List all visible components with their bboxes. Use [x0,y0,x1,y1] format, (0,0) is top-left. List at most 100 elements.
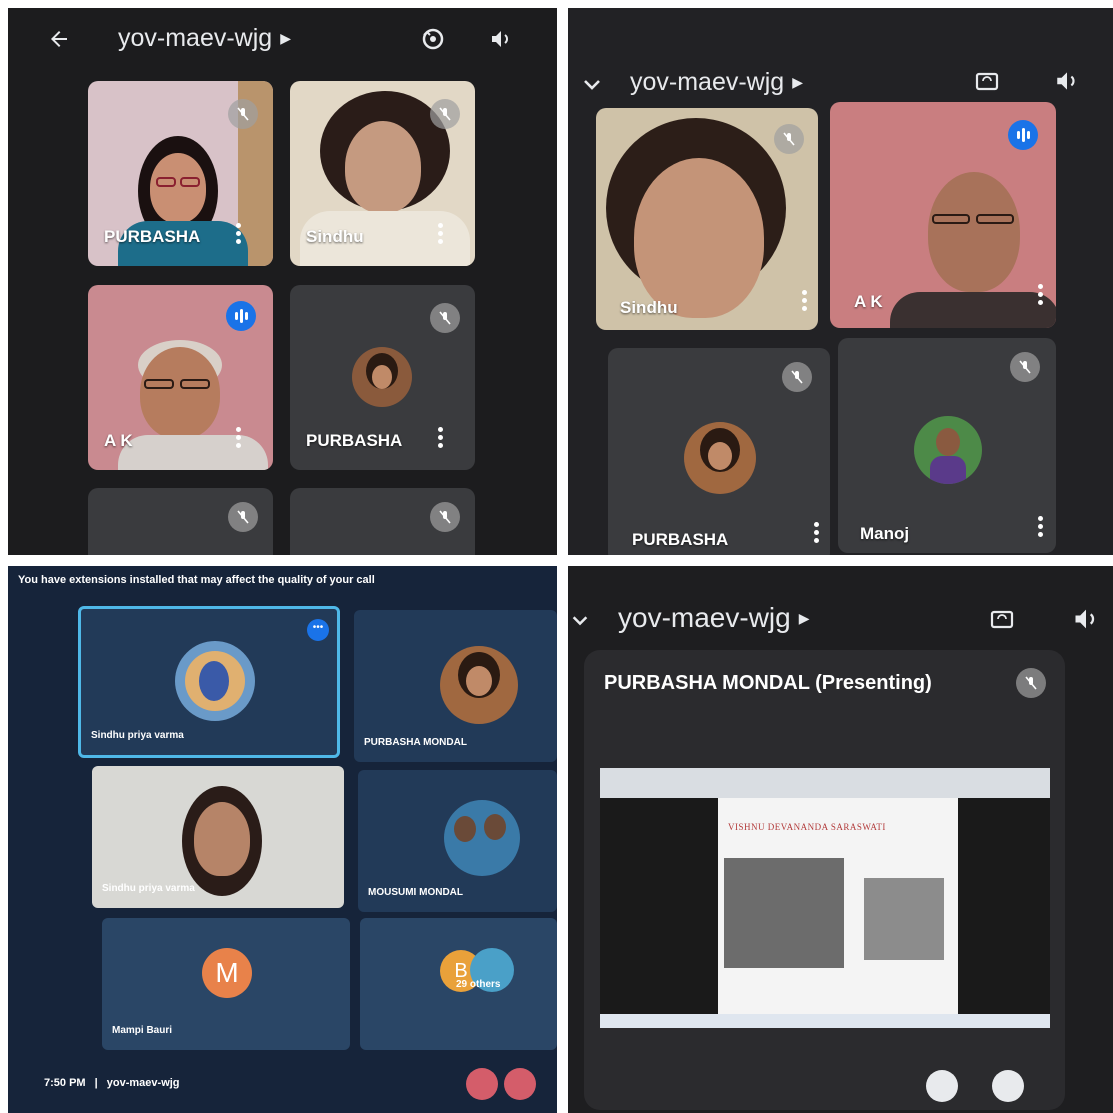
avatar [684,422,756,494]
avatar [175,641,255,721]
taskbar [600,1014,1050,1028]
more-options-icon[interactable] [814,522,820,546]
switch-camera-icon[interactable] [416,24,450,54]
participant-tile[interactable]: A K [830,102,1056,328]
speaker-icon[interactable] [486,24,516,54]
caret-right-icon: ▶ [280,30,291,46]
participant-name: Sindhu priya varma [91,730,184,741]
extension-warning: You have extensions installed that may a… [18,574,375,586]
speaker-icon[interactable] [1068,602,1104,636]
fullscreen-button[interactable] [992,1070,1024,1102]
clothing [118,435,268,470]
meeting-code[interactable]: yov-maev-wjg ▶ [630,68,803,97]
switch-camera-icon[interactable] [970,64,1004,98]
more-options-icon[interactable] [1038,284,1044,308]
avatar [914,416,982,484]
participant-tile[interactable] [290,488,475,555]
more-options-icon[interactable] [438,223,444,247]
participant-name: Sindhu [620,298,678,317]
slide-photo [864,878,944,960]
participant-tile[interactable]: PURBASHA [608,348,830,555]
more-options-icon[interactable] [438,427,444,451]
speaking-indicator-icon [1008,120,1038,150]
camera-toggle-button[interactable] [504,1068,536,1100]
top-bar: yov-maev-wjg ▶ [568,8,1113,96]
mic-off-icon [430,502,460,532]
collage: yov-maev-wjg ▶ PURBASHA Sindhu A K PURBA… [0,0,1113,1113]
presentation-tile[interactable]: PURBASHA MONDAL (Presenting) VISHNU DEVA… [584,650,1065,1110]
participant-name: Mampi Bauri [112,1025,173,1036]
meet-panel-bottom-right: yov-maev-wjg ▶ PURBASHA MONDAL (Presenti… [568,566,1113,1113]
participant-tile[interactable]: Sindhu [290,81,475,266]
speaking-indicator-icon: ••• [307,619,329,641]
meeting-code[interactable]: yov-maev-wjg ▶ [118,24,291,53]
face [194,802,250,876]
presenter-label: PURBASHA MONDAL (Presenting) [604,672,932,694]
participant-tile[interactable]: PURBASHA [290,285,475,470]
participant-name: MOUSUMI MONDAL [368,887,463,898]
glasses [180,177,200,187]
participant-tile[interactable]: B 29 others [360,918,557,1050]
meeting-code-text: yov-maev-wjg [630,68,785,96]
meeting-code[interactable]: yov-maev-wjg ▶ [618,602,809,634]
face [345,121,421,213]
participant-tile[interactable]: Sindhu priya varma [92,766,344,908]
participant-tile[interactable]: M Mampi Bauri [102,918,350,1050]
participant-tile[interactable]: PURBASHA [88,81,273,266]
speaking-indicator-icon [226,301,256,331]
face [928,172,1020,292]
avatar [444,800,520,876]
meet-panel-bottom-left: You have extensions installed that may a… [8,566,557,1113]
face [150,153,206,223]
slide: VISHNU DEVANANDA SARASWATI [718,798,958,1018]
top-bar: yov-maev-wjg ▶ [8,8,557,72]
participant-name: A K [854,292,883,311]
switch-camera-icon[interactable] [984,602,1020,636]
more-options-icon[interactable] [236,223,242,247]
browser-toolbar [600,768,1050,798]
meet-panel-top-left: yov-maev-wjg ▶ PURBASHA Sindhu A K PURBA… [8,8,557,555]
participant-name: Manoj [860,524,910,543]
participant-name: PURBASHA [632,530,729,549]
mic-off-icon [774,124,804,154]
mic-off-icon [430,99,460,129]
participant-tile[interactable]: MOUSUMI MONDAL [358,770,557,912]
avatar [352,347,412,407]
clothing [890,292,1056,328]
glasses [144,379,174,389]
chevron-down-icon[interactable] [568,606,592,634]
mic-off-icon [430,303,460,333]
participant-tile[interactable]: Manoj [838,338,1056,553]
chevron-down-icon[interactable] [578,70,606,98]
glasses [976,214,1014,224]
glasses [156,177,176,187]
participant-name: PURBASHA [306,431,403,450]
speaker-icon[interactable] [1050,64,1084,98]
slide-photo [724,858,844,968]
mic-off-icon [228,502,258,532]
participant-name: PURBASHA [104,227,201,246]
caret-right-icon: ▶ [798,609,810,626]
participant-name: Sindhu priya varma [102,883,195,894]
more-options-icon[interactable] [1038,516,1044,540]
participant-tile[interactable]: A K [88,285,273,470]
mic-toggle-button[interactable] [466,1068,498,1100]
participant-tile[interactable]: Sindhu [596,108,818,330]
clock-time: 7:50 PM [44,1077,86,1089]
more-options-icon[interactable] [802,290,808,314]
pin-off-button[interactable] [926,1070,958,1102]
slide-title: VISHNU DEVANANDA SARASWATI [728,822,886,832]
face [634,158,764,318]
bottom-info-bar: 7:50 PM | yov-maev-wjg [44,1077,180,1089]
separator: | [94,1077,98,1089]
avatar [440,646,518,724]
participant-tile[interactable]: ••• Sindhu priya varma [78,606,340,758]
back-arrow-icon[interactable] [44,24,74,54]
participant-tile[interactable] [88,488,273,555]
participant-tile[interactable]: PURBASHA MONDAL [354,610,557,762]
avatar: M [202,948,252,998]
more-options-icon[interactable] [236,427,242,451]
meeting-code-text: yov-maev-wjg [618,602,791,633]
meeting-code-text: yov-maev-wjg [118,24,273,52]
caret-right-icon: ▶ [792,74,803,90]
